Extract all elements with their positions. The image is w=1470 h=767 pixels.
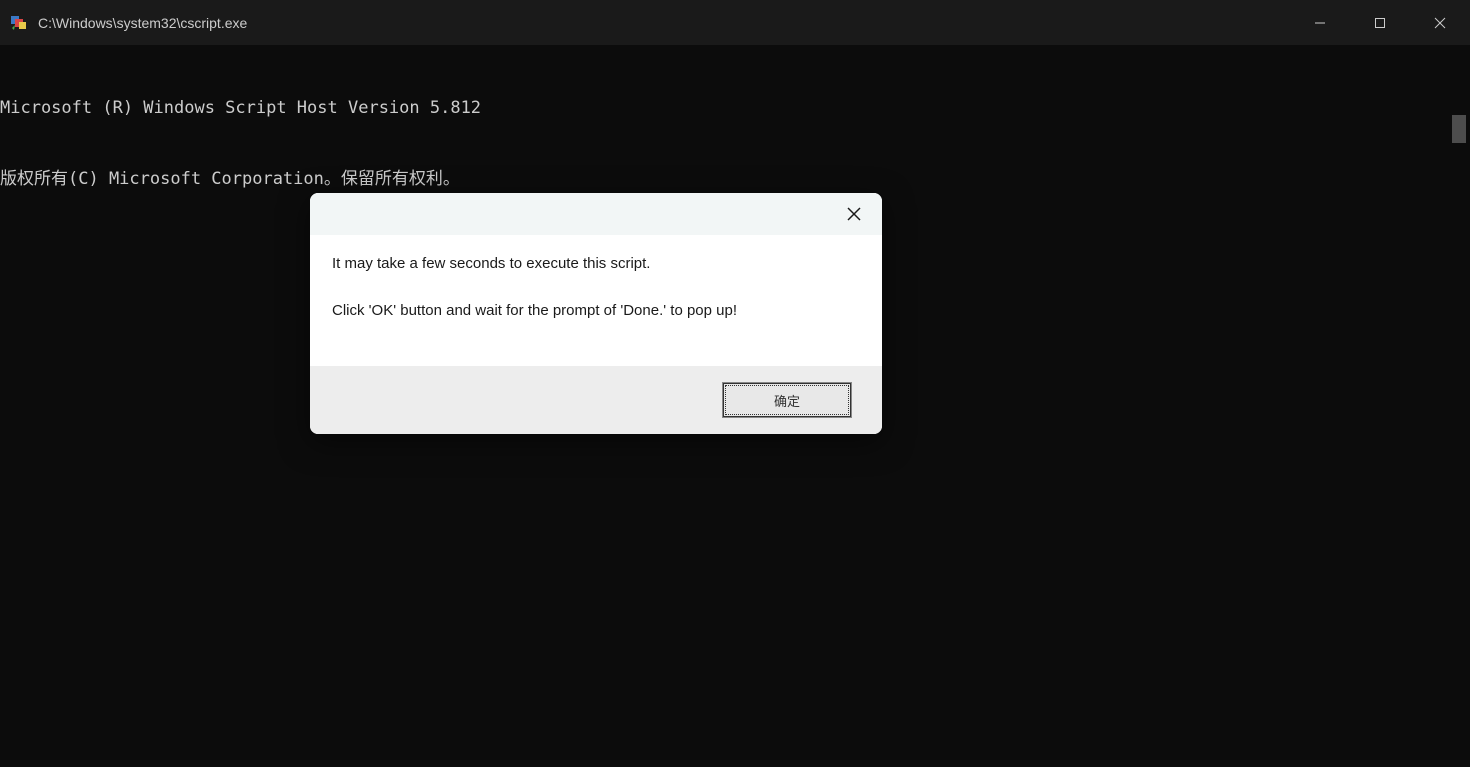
vertical-scrollbar[interactable] [1452, 115, 1466, 143]
dialog-content: It may take a few seconds to execute thi… [310, 235, 882, 366]
close-button[interactable] [1410, 0, 1470, 45]
console-line: Microsoft (R) Windows Script Host Versio… [0, 97, 1470, 121]
window-title: C:\Windows\system32\cscript.exe [38, 15, 1290, 31]
dialog-message-1: It may take a few seconds to execute thi… [332, 253, 860, 276]
cscript-icon [10, 14, 28, 32]
dialog-close-button[interactable] [838, 198, 870, 230]
minimize-button[interactable] [1290, 0, 1350, 45]
window-titlebar: C:\Windows\system32\cscript.exe [0, 0, 1470, 45]
dialog-titlebar [310, 193, 882, 235]
dialog-message-2: Click 'OK' button and wait for the promp… [332, 300, 860, 323]
console-line: 版权所有(C) Microsoft Corporation。保留所有权利。 [0, 168, 1470, 192]
window-controls [1290, 0, 1470, 45]
message-dialog: It may take a few seconds to execute thi… [310, 193, 882, 434]
maximize-button[interactable] [1350, 0, 1410, 45]
ok-button[interactable]: 确定 [722, 382, 852, 418]
dialog-footer: 确定 [310, 366, 882, 434]
